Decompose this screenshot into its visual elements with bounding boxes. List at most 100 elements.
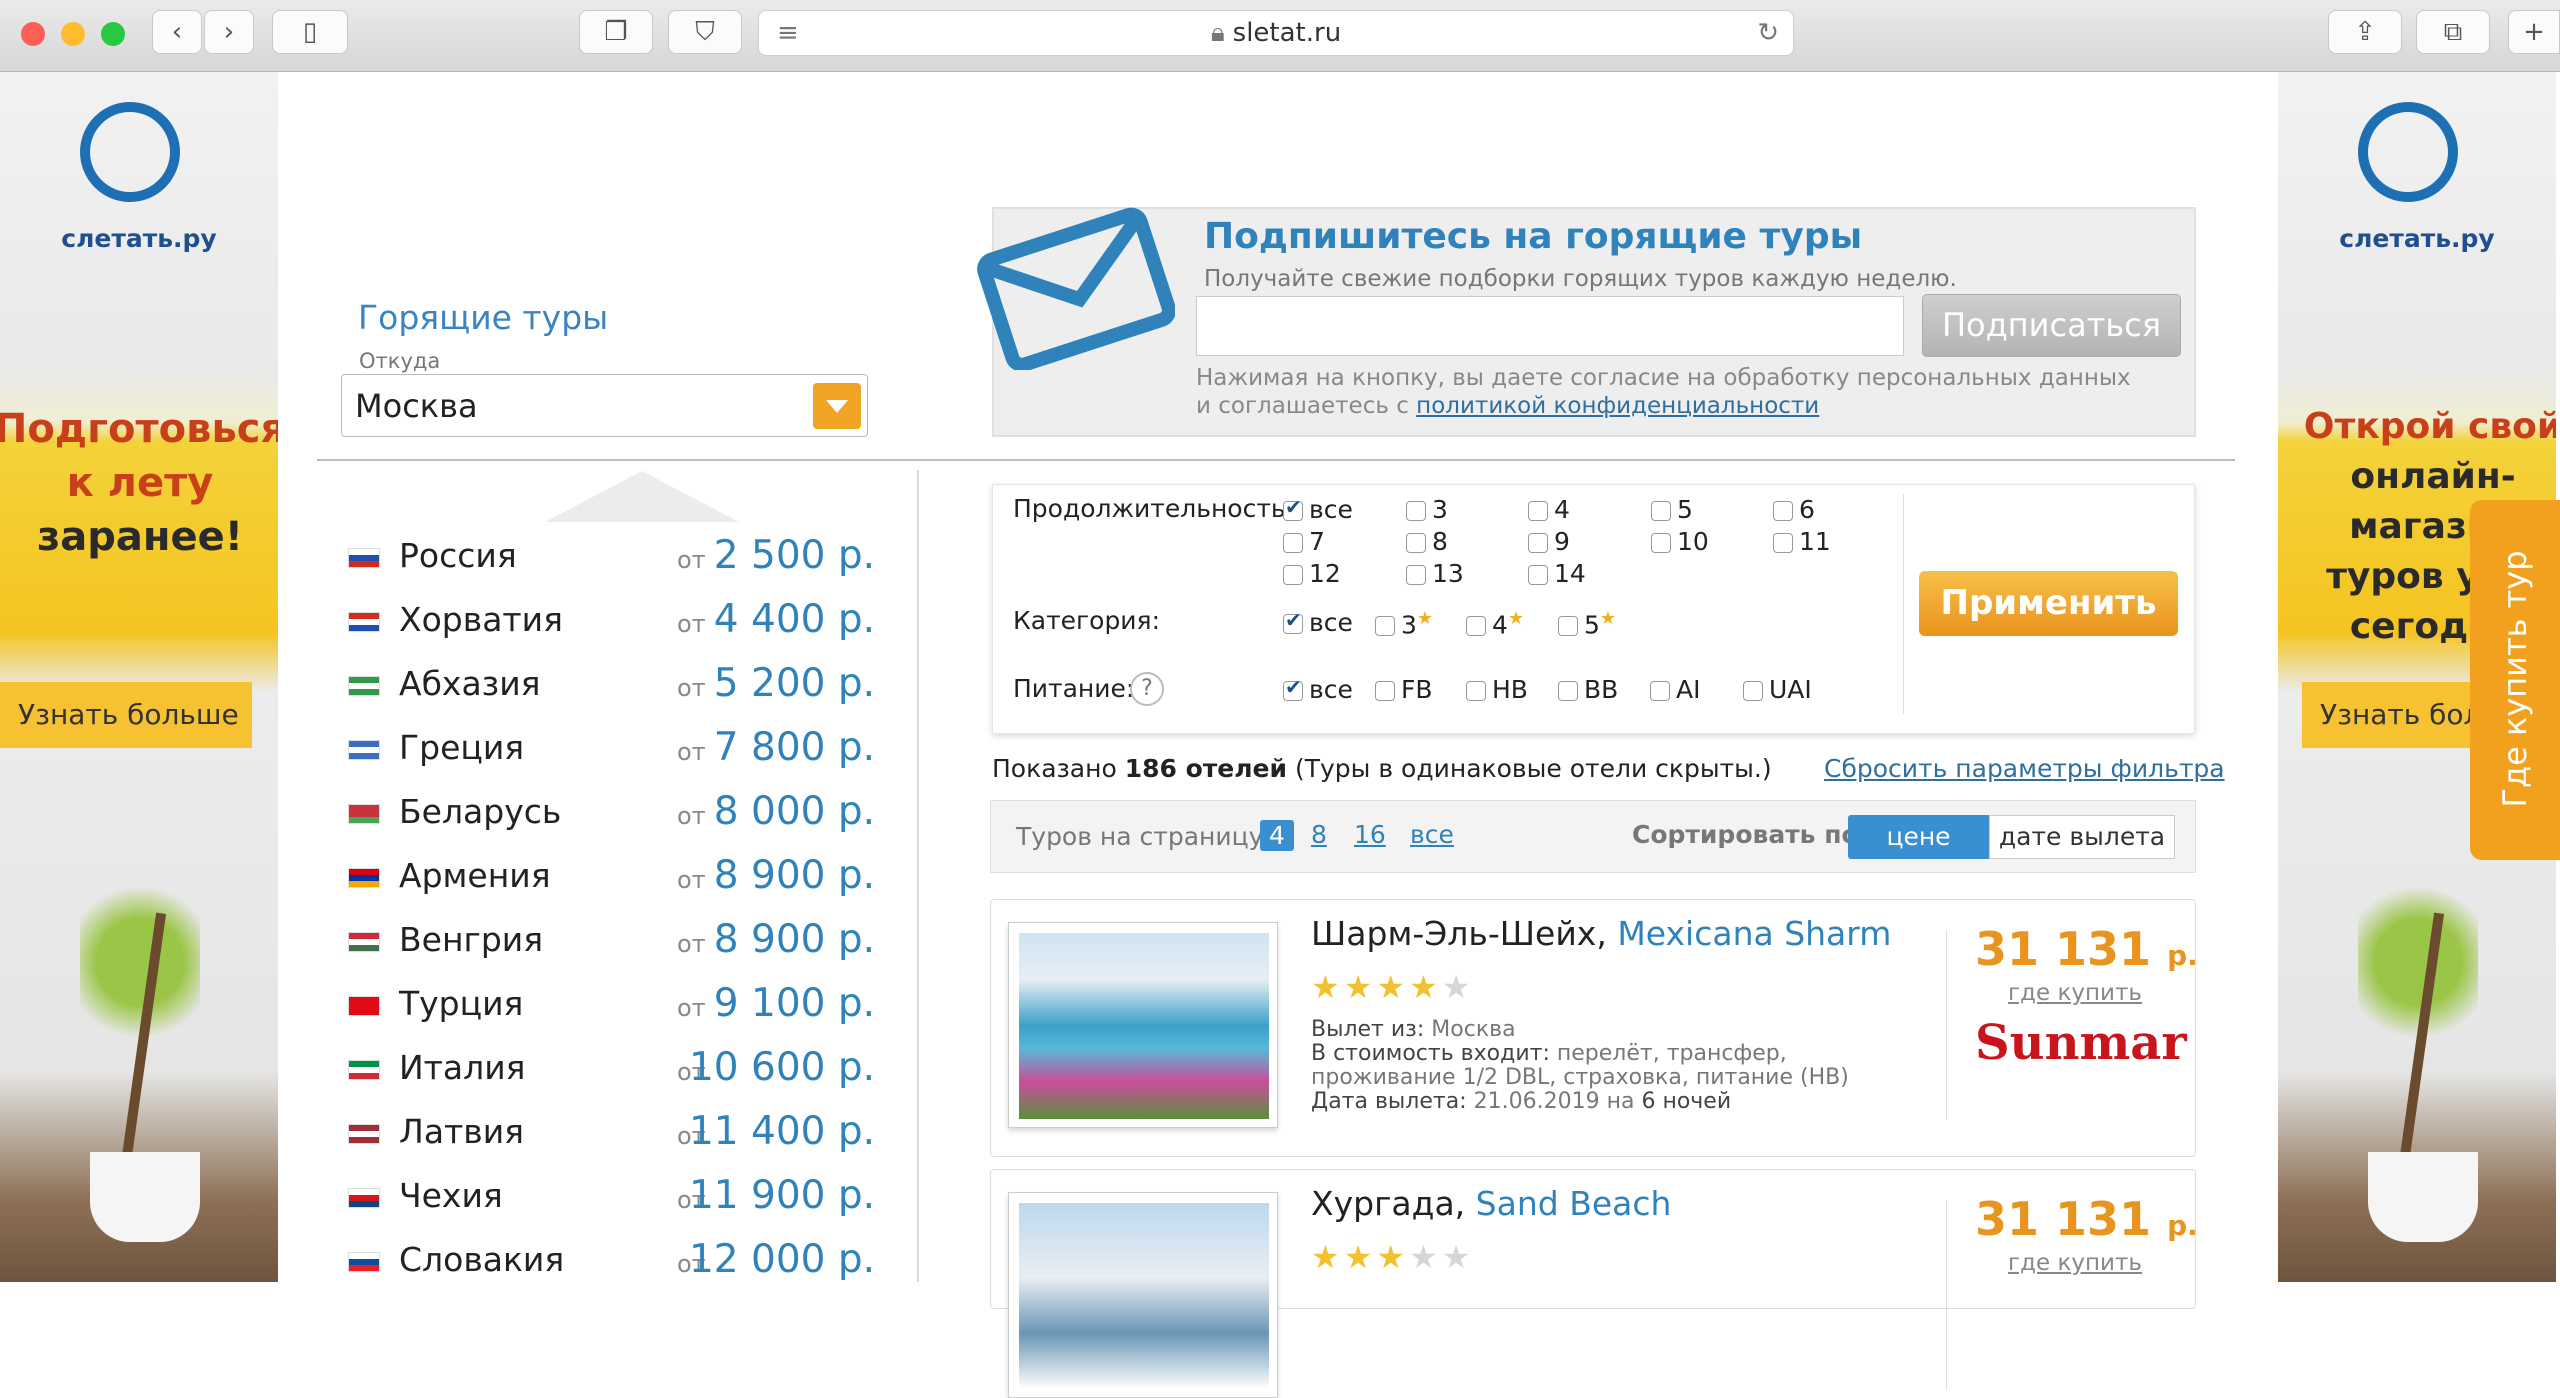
checkbox-icon[interactable]: [1406, 501, 1426, 521]
duration-checkbox[interactable]: 4: [1528, 495, 1570, 525]
country-row[interactable]: Словакия от 12 000 р.: [345, 1232, 875, 1294]
category-checkbox[interactable]: все: [1283, 608, 1353, 638]
zoom-window-button[interactable]: [101, 22, 125, 46]
per-page-option[interactable]: все: [1410, 820, 1454, 849]
country-row[interactable]: Беларусь от 8 000 р.: [345, 784, 875, 846]
apply-filter-button[interactable]: Применить: [1919, 571, 2178, 636]
food-checkbox[interactable]: HB: [1466, 675, 1528, 705]
duration-checkbox[interactable]: все: [1283, 495, 1353, 525]
where-to-buy-side-tab[interactable]: Где купить тур: [2470, 500, 2560, 860]
star-icon: ★: [1416, 608, 1434, 629]
country-row[interactable]: Италия от 10 600 р.: [345, 1040, 875, 1102]
country-row[interactable]: Чехия от 11 900 р.: [345, 1168, 875, 1230]
sidebar-button[interactable]: ▯: [272, 10, 348, 54]
food-checkbox[interactable]: AI: [1650, 675, 1700, 705]
checkbox-icon[interactable]: [1650, 681, 1670, 701]
food-checkbox[interactable]: BB: [1558, 675, 1618, 705]
address-bar[interactable]: ≡ 🔒︎ sletat.ru ↻: [758, 10, 1794, 56]
checkbox-icon[interactable]: [1558, 681, 1578, 701]
where-to-buy-link[interactable]: где купить: [1975, 1250, 2175, 1276]
country-row[interactable]: Турция от 9 100 р.: [345, 976, 875, 1038]
per-page-option[interactable]: 4: [1260, 820, 1294, 851]
sort-by-date-button[interactable]: дате вылета: [1989, 815, 2175, 859]
per-page-option[interactable]: 16: [1354, 820, 1386, 849]
duration-checkbox[interactable]: 10: [1651, 527, 1709, 557]
ublock-extension-button[interactable]: ⛉: [668, 10, 742, 54]
reader-icon[interactable]: ≡: [777, 18, 799, 48]
left-ad-banner[interactable]: слетать.ру Подготовься к лету заранее! У…: [0, 72, 278, 1282]
departure-city-select[interactable]: Москва: [341, 374, 868, 437]
hotel-card[interactable]: Хургада, Sand Beach ★★★★★ 31 131 р. где …: [990, 1169, 2198, 1398]
learn-more-button[interactable]: Узнать больше: [0, 682, 252, 748]
tabs-overview-button[interactable]: ❐: [579, 10, 653, 54]
subscribe-button[interactable]: Подписаться: [1922, 294, 2181, 357]
category-checkbox[interactable]: 3★: [1375, 608, 1434, 639]
category-checkbox[interactable]: 4★: [1466, 608, 1524, 639]
checkbox-icon[interactable]: [1283, 495, 1303, 521]
close-window-button[interactable]: [21, 22, 45, 46]
back-button[interactable]: ‹: [152, 10, 202, 54]
hotel-name-link[interactable]: Sand Beach: [1475, 1184, 1672, 1223]
checkbox-icon[interactable]: [1375, 616, 1395, 637]
country-row[interactable]: Хорватия от 4 400 р.: [345, 592, 875, 654]
dropdown-arrow-icon[interactable]: [813, 383, 861, 429]
checkbox-icon[interactable]: [1406, 565, 1426, 585]
checkbox-icon[interactable]: [1283, 675, 1303, 701]
show-tabs-button[interactable]: ⧉: [2416, 10, 2490, 54]
sort-by-price-button[interactable]: цене: [1848, 815, 1989, 859]
new-tab-button[interactable]: +: [2508, 10, 2560, 54]
duration-checkbox[interactable]: 3: [1406, 495, 1448, 525]
duration-checkbox[interactable]: 13: [1406, 559, 1464, 589]
checkbox-icon[interactable]: [1773, 533, 1793, 553]
category-checkbox[interactable]: 5★: [1558, 608, 1616, 639]
duration-checkbox[interactable]: 9: [1528, 527, 1570, 557]
country-row[interactable]: Греция от 7 800 р.: [345, 720, 875, 782]
food-checkbox[interactable]: FB: [1375, 675, 1433, 705]
where-to-buy-link[interactable]: где купить: [1975, 980, 2175, 1006]
checkbox-icon[interactable]: [1283, 565, 1303, 585]
privacy-policy-link[interactable]: политикой конфиденциальности: [1416, 393, 1819, 419]
hotel-photo[interactable]: [1008, 922, 1278, 1128]
reload-icon[interactable]: ↻: [1757, 18, 1779, 48]
checkbox-icon[interactable]: [1466, 616, 1486, 637]
checkbox-icon[interactable]: [1375, 681, 1395, 701]
checkbox-icon[interactable]: [1283, 533, 1303, 553]
checkbox-icon[interactable]: [1466, 681, 1486, 701]
checkbox-icon[interactable]: [1528, 501, 1548, 521]
duration-checkbox[interactable]: 7: [1283, 527, 1325, 557]
checkbox-icon[interactable]: [1651, 501, 1671, 521]
checkbox-icon[interactable]: [1651, 533, 1671, 553]
food-checkbox[interactable]: UAI: [1743, 675, 1812, 705]
country-row[interactable]: Россия от 2 500 р.: [345, 528, 875, 590]
checkbox-icon[interactable]: [1283, 608, 1303, 634]
checkbox-icon[interactable]: [1528, 565, 1548, 585]
duration-checkbox[interactable]: 5: [1651, 495, 1693, 525]
country-row[interactable]: Латвия от 11 400 р.: [345, 1104, 875, 1166]
country-row[interactable]: Абхазия от 5 200 р.: [345, 656, 875, 718]
country-row[interactable]: Армения от 8 900 р.: [345, 848, 875, 910]
checkbox-icon[interactable]: [1558, 616, 1578, 637]
hotel-photo[interactable]: [1008, 1192, 1278, 1398]
checkbox-icon[interactable]: [1773, 501, 1793, 521]
duration-checkbox[interactable]: 12: [1283, 559, 1341, 589]
duration-checkbox[interactable]: 6: [1773, 495, 1815, 525]
duration-checkbox[interactable]: 14: [1528, 559, 1586, 589]
duration-checkbox[interactable]: 8: [1406, 527, 1448, 557]
checkbox-icon[interactable]: [1528, 533, 1548, 553]
flag-icon: [348, 548, 380, 568]
checkbox-icon[interactable]: [1406, 533, 1426, 553]
reset-filter-link[interactable]: Сбросить параметры фильтра: [1824, 754, 2225, 783]
hotel-card[interactable]: Шарм-Эль-Шейх, Mexicana Sharm Resort ★★★…: [990, 899, 2198, 1157]
scroll-up-arrow-icon[interactable]: [545, 471, 739, 522]
email-field[interactable]: [1196, 296, 1904, 356]
country-row[interactable]: Венгрия от 8 900 р.: [345, 912, 875, 974]
food-help-icon[interactable]: ?: [1130, 672, 1164, 706]
checkbox-icon[interactable]: [1743, 681, 1763, 701]
minimize-window-button[interactable]: [61, 22, 85, 46]
per-page-option[interactable]: 8: [1311, 820, 1327, 849]
food-checkbox[interactable]: все: [1283, 675, 1353, 705]
share-button[interactable]: ⇪: [2328, 10, 2402, 54]
forward-button[interactable]: ›: [204, 10, 254, 54]
duration-checkbox[interactable]: 11: [1773, 527, 1831, 557]
hotel-name-link[interactable]: Mexicana Sharm Resort: [1617, 914, 1901, 953]
